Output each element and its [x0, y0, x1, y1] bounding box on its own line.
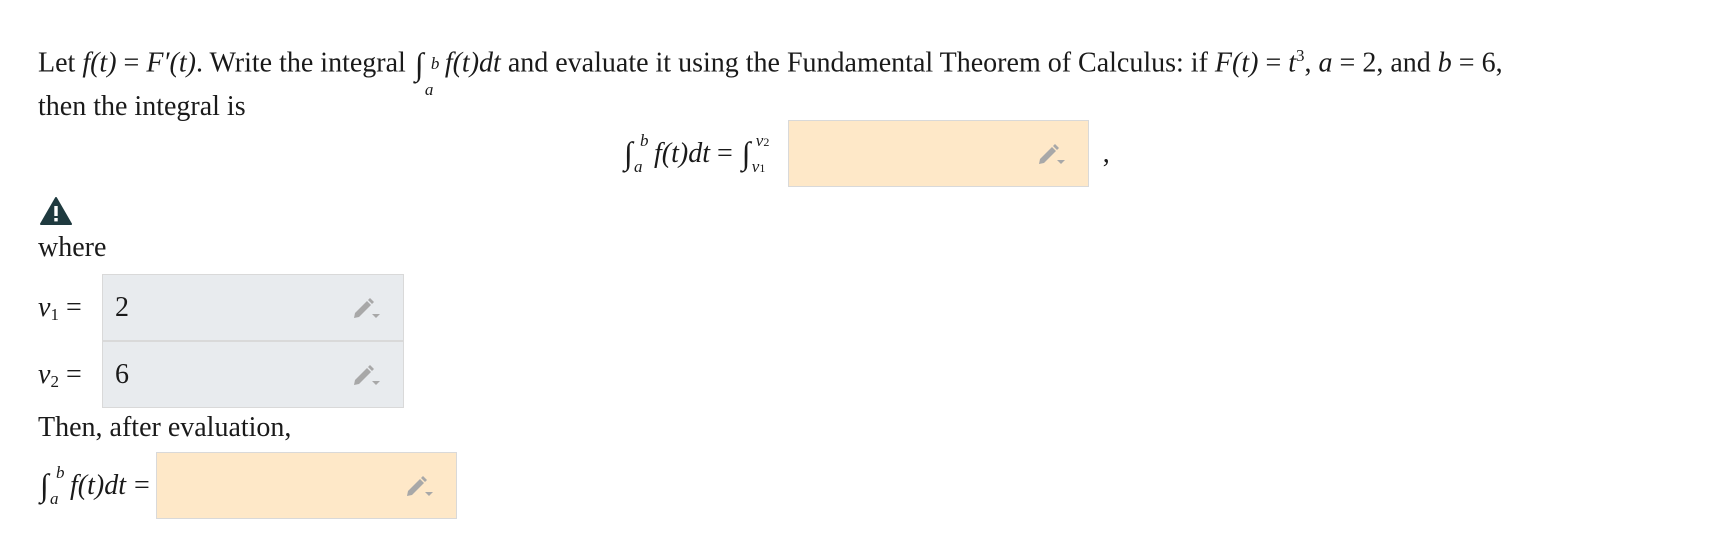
- integral-symbol-inline: ∫ b a: [413, 46, 445, 99]
- v2-sub: 2: [50, 371, 59, 391]
- final-answer-input[interactable]: [155, 452, 457, 519]
- v2-value: 6: [115, 358, 129, 390]
- pencil-edit-icon[interactable]: [1036, 141, 1066, 167]
- integral-symbol-lhs: ∫ b a: [622, 131, 654, 176]
- integral-sign: ∫: [414, 45, 424, 82]
- integral-sign: ∫: [40, 466, 49, 503]
- math-f-of-t: f(t): [82, 47, 117, 79]
- text-and: , and: [1376, 47, 1438, 79]
- text-evaluate: and evaluate it using the Fundamental Th…: [500, 47, 1215, 79]
- v1-eq: =: [65, 291, 82, 323]
- math-t: t: [1288, 47, 1297, 79]
- math-integrand-lhs: f(t)dt: [654, 137, 710, 169]
- lower-v-sub: 1: [759, 160, 766, 175]
- text-trailing-comma: ,: [1102, 137, 1110, 169]
- text-comma: ,: [1304, 47, 1319, 79]
- pencil-edit-icon[interactable]: [404, 473, 434, 499]
- v1-sub: 1: [50, 304, 59, 324]
- v2-input[interactable]: 6: [102, 341, 404, 408]
- where-label: where: [38, 232, 107, 263]
- math-eq: =: [1258, 47, 1289, 79]
- integral-lower: a: [50, 488, 59, 508]
- text-write-integral: . Write the integral: [195, 47, 413, 79]
- v2-label: v2 =: [38, 359, 102, 391]
- v1-value: 2: [115, 291, 129, 323]
- text-then-integral: then the integral is: [38, 91, 246, 123]
- integral-sign: ∫: [624, 134, 633, 171]
- integral-lower: a: [634, 156, 643, 176]
- math-a: a: [1318, 47, 1333, 79]
- text-comma-end: ,: [1495, 47, 1503, 79]
- math-exponent: 3: [1296, 46, 1305, 65]
- math-eq: =: [1332, 47, 1363, 79]
- integral-upper-v2: v2: [756, 131, 770, 151]
- v2-eq: =: [65, 358, 82, 390]
- integral-symbol-final: ∫ b a: [38, 463, 70, 508]
- v1-input[interactable]: 2: [102, 274, 404, 341]
- math-b: b: [1437, 47, 1452, 79]
- integral-upper: b: [640, 130, 649, 150]
- math-eq: =: [116, 47, 147, 79]
- math-F-prime: F′(t): [146, 47, 196, 79]
- integral-lower: a: [424, 79, 434, 99]
- integral-upper: b: [56, 462, 65, 482]
- math-eq: =: [1451, 47, 1482, 79]
- math-a-value: 2: [1362, 47, 1377, 79]
- math-integrand-final: f(t)dt: [70, 469, 126, 501]
- v2-row: v2 = 6: [38, 341, 404, 408]
- integral-lower-v1: v1: [752, 157, 766, 177]
- v1-var: v: [38, 291, 51, 323]
- pencil-edit-icon[interactable]: [351, 362, 381, 388]
- pencil-edit-icon[interactable]: [351, 295, 381, 321]
- integral-sign: ∫: [741, 134, 751, 171]
- math-integrand: f(t)dt: [444, 47, 501, 79]
- final-answer-row: ∫ b a f(t)dt =: [38, 452, 457, 519]
- upper-v-sub: 2: [763, 134, 770, 149]
- display-equation: ∫ b a f(t)dt = ∫ v2 v1 ,: [622, 120, 1110, 187]
- then-label: Then, after evaluation,: [38, 412, 292, 443]
- warning-icon[interactable]: [40, 196, 72, 226]
- final-eq: =: [134, 469, 150, 501]
- math-F-of-t: F(t): [1214, 47, 1259, 79]
- integral-symbol-rhs: ∫ v2 v1: [740, 131, 784, 176]
- v1-label: v1 =: [38, 292, 102, 324]
- problem-statement: Let f(t) = F′(t). Write the integral ∫ b a…: [38, 34, 1718, 129]
- math-b-value: 6: [1481, 47, 1496, 79]
- integrand-answer-input[interactable]: [787, 120, 1089, 187]
- math-eq: =: [710, 137, 740, 169]
- v1-row: v1 = 2: [38, 274, 404, 341]
- v2-var: v: [38, 358, 51, 390]
- text-let: Let: [38, 47, 83, 79]
